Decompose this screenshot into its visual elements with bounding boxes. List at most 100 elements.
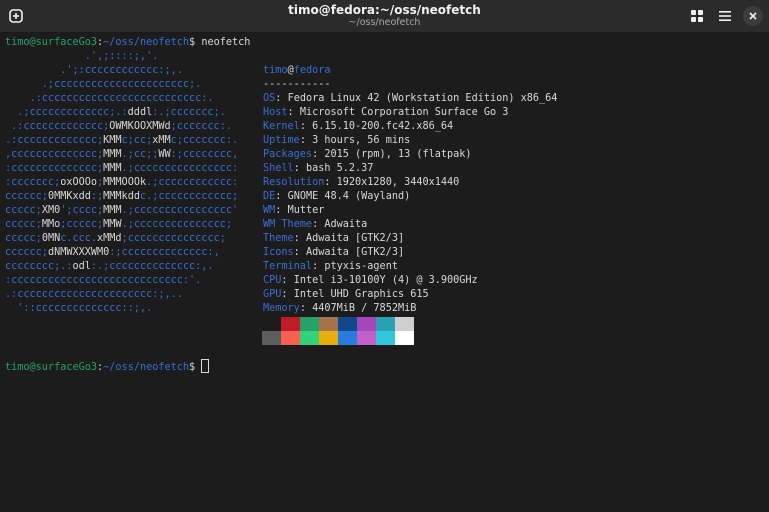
- logo-line: .;cccccccccccccccccccccc;.: [5, 79, 202, 90]
- info-value: 2015 (rpm), 13 (flatpak): [324, 149, 472, 160]
- logo-line: .:ccccccccccccc;OWMKOOXMWd;ccccccc:.: [5, 121, 232, 132]
- close-button[interactable]: [741, 4, 765, 28]
- logo-line: :ccccccc;oxOOOo;MMMOOOk.;cccccccccccc:: [5, 177, 239, 188]
- info-row: Host: Microsoft Corporation Surface Go 3: [263, 106, 557, 120]
- info-underline: -----------: [263, 79, 331, 90]
- info-colon: :: [293, 163, 306, 174]
- info-colon: :: [281, 275, 294, 286]
- info-value: 3 hours, 56 mins: [312, 135, 411, 146]
- info-key: Theme: [263, 233, 294, 244]
- logo-line: cccccc;0MMKxdd:;MMMkddc.;cccccccccccc;: [5, 191, 239, 202]
- logo-line: ccccc;0MNc.ccc.xMMd;ccccccccccccccc;: [5, 233, 226, 244]
- color-swatch: [357, 317, 376, 331]
- info-key: WM: [263, 205, 276, 216]
- info-colon: :: [299, 135, 313, 146]
- info-colon: :: [293, 233, 306, 244]
- logo-line: cccccc;dNMWXXXWM0:;cccccccccccccc:,: [5, 247, 220, 258]
- close-circle: [743, 6, 763, 26]
- info-colon: :: [275, 191, 288, 202]
- info-rows: OS: Fedora Linux 42 (Workstation Edition…: [263, 92, 557, 316]
- info-user: timo: [263, 65, 288, 76]
- hamburger-menu-icon: [719, 11, 731, 21]
- info-row: Shell: bash 5.2.37: [263, 162, 557, 176]
- info-key: Resolution: [263, 177, 325, 188]
- info-value: Microsoft Corporation Surface Go 3: [299, 107, 509, 118]
- logo-line: .:ccccccccccccc;KMMc;cc;xMMc;ccccccc:.: [5, 135, 239, 146]
- main-menu-button[interactable]: [713, 4, 737, 28]
- color-swatch: [338, 317, 357, 331]
- tab-overview-button[interactable]: [685, 4, 709, 28]
- logo-line: ccccc;XM0';cccc;MMM.;cccccccccccccccc': [5, 205, 239, 216]
- prompt-line-1: timo@surfaceGo3:~/oss/neofetch$ neofetch: [5, 36, 250, 50]
- info-row: WM: Mutter: [263, 204, 557, 218]
- info-key: Icons: [263, 247, 294, 258]
- prompt-user-host: timo@surfaceGo3: [5, 37, 98, 48]
- info-colon: :: [324, 177, 337, 188]
- info-colon: :: [299, 121, 313, 132]
- prompt-user-host: timo@surfaceGo3: [5, 362, 98, 373]
- info-row: Kernel: 6.15.10-200.fc42.x86_64: [263, 120, 557, 134]
- color-swatch: [376, 331, 395, 345]
- system-info: timo@fedora ----------- OS: Fedora Linux 4…: [263, 50, 557, 316]
- info-row: WM Theme: Adwaita: [263, 218, 557, 232]
- info-row: DE: GNOME 48.4 (Wayland): [263, 190, 557, 204]
- color-swatch: [357, 331, 376, 345]
- info-value: 4407MiB / 7852MiB: [312, 303, 417, 314]
- color-swatch: [395, 331, 414, 345]
- info-row: Terminal: ptyxis-agent: [263, 260, 557, 274]
- logo-line: .';:cccccccccccc:;,.: [5, 65, 183, 76]
- info-colon: :: [293, 247, 306, 258]
- fedora-ascii-logo: .',;::::;,'. .';:cccccccccccc:;,. .;cccc…: [5, 50, 238, 316]
- info-key: DE: [263, 191, 276, 202]
- logo-line: :cccccccccccccccccccccccccccc:'.: [5, 275, 202, 286]
- logo-line: .;ccccccccccccc;.:dddl:.;ccccccc;.: [5, 107, 226, 118]
- logo-line: ,cccccccccccccc;MMM.;cc;;WW:;cccccccc,: [5, 149, 239, 160]
- info-key: Kernel: [263, 121, 300, 132]
- info-key: Host: [263, 107, 288, 118]
- info-colon: :: [281, 289, 294, 300]
- info-key: Shell: [263, 163, 294, 174]
- window-subtitle: ~/oss/neofetch: [348, 17, 421, 28]
- logo-line: :cccccccccccccc;MMM.;cccccccccccccccc:: [5, 163, 239, 174]
- logo-line: .',;::::;,'.: [5, 51, 159, 62]
- info-row: Resolution: 1920x1280, 3440x1440: [263, 176, 557, 190]
- color-swatch: [281, 317, 300, 331]
- info-key: WM Theme: [263, 219, 313, 230]
- prompt-path: ~/oss/neofetch: [103, 362, 190, 373]
- info-row: CPU: Intel i3-10100Y (4) @ 3.900GHz: [263, 274, 557, 288]
- logo-line: cccccccc;.:odl:.;cccccccccccccc:,.: [5, 261, 214, 272]
- color-swatch: [376, 317, 395, 331]
- info-colon: :: [312, 261, 325, 272]
- color-swatch: [338, 331, 357, 345]
- info-row: Uptime: 3 hours, 56 mins: [263, 134, 557, 148]
- window-title: timo@fedora:~/oss/neofetch: [288, 3, 481, 17]
- prompt-path: ~/oss/neofetch: [103, 37, 190, 48]
- info-key: Terminal: [263, 261, 313, 272]
- info-key: Packages: [263, 149, 313, 160]
- color-swatch: [395, 317, 414, 331]
- info-colon: :: [312, 149, 325, 160]
- close-icon: [749, 12, 757, 20]
- info-value: 1920x1280, 3440x1440: [336, 177, 460, 188]
- info-row: Icons: Adwaita [GTK2/3]: [263, 246, 557, 260]
- info-key: Memory: [263, 303, 300, 314]
- color-swatch: [319, 331, 338, 345]
- palette-row-normal: [262, 317, 414, 331]
- color-palette: [262, 317, 414, 345]
- info-colon: :: [287, 107, 300, 118]
- info-key: CPU: [263, 275, 282, 286]
- info-value: Adwaita [GTK2/3]: [305, 247, 405, 258]
- prompt-symbol: $: [189, 362, 196, 373]
- info-key: OS: [263, 93, 276, 104]
- prompt-line-2[interactable]: timo@surfaceGo3:~/oss/neofetch$: [5, 359, 210, 375]
- info-value: Fedora Linux 42 (Workstation Edition) x8…: [287, 93, 558, 104]
- info-value: Adwaita: [324, 219, 368, 230]
- logo-line: .:cccccccccccccccccccccccccc:.: [5, 93, 214, 104]
- info-value: Mutter: [287, 205, 325, 216]
- info-value: 6.15.10-200.fc42.x86_64: [312, 121, 454, 132]
- info-title: timo@fedora: [263, 64, 557, 78]
- logo-line: ccccc;MMo;ccccc;MMW.;ccccccccccccccc;: [5, 219, 232, 230]
- prompt-command: neofetch: [201, 37, 251, 48]
- color-swatch: [319, 317, 338, 331]
- info-colon: :: [312, 219, 325, 230]
